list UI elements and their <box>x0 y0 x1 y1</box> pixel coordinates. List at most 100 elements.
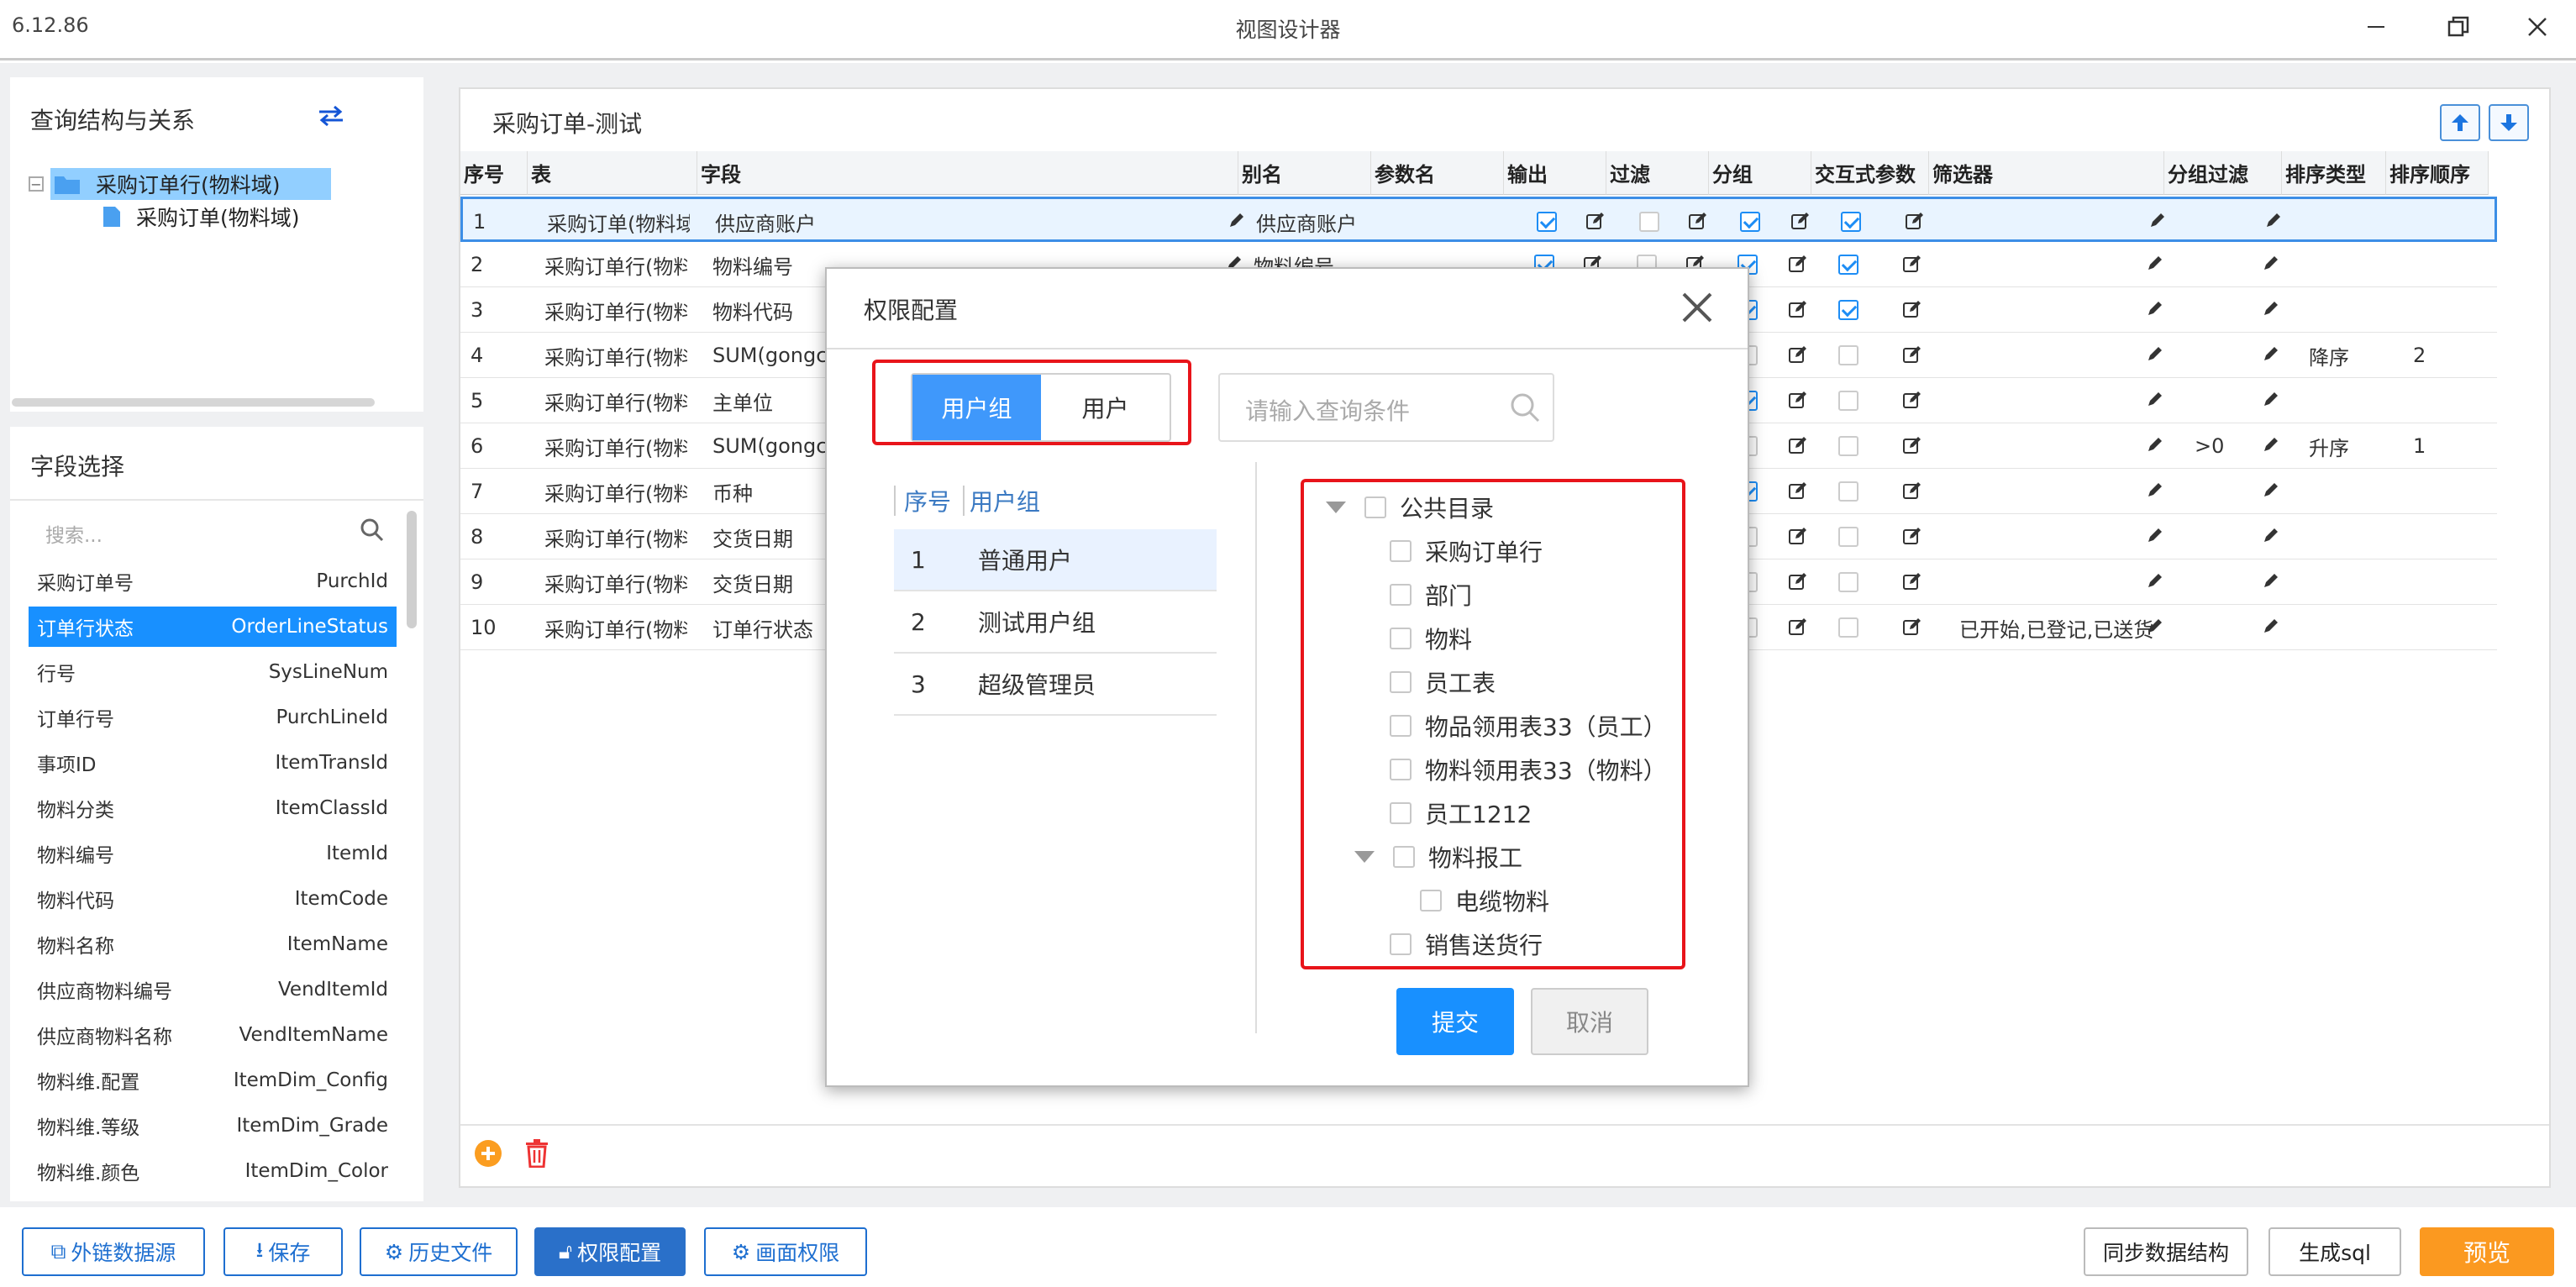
column-header[interactable]: 序号 <box>460 151 528 195</box>
group-list-item[interactable]: 1 普通用户 <box>894 529 1217 591</box>
screen-permission-button[interactable]: ⚙ 画面权限 <box>704 1227 867 1276</box>
group-list-item[interactable]: 3 超级管理员 <box>894 654 1217 716</box>
tree-checkbox[interactable] <box>1390 628 1412 649</box>
edit-icon[interactable] <box>1788 617 1808 642</box>
permission-config-button[interactable]: 🔓︎ 权限配置 <box>534 1227 686 1276</box>
tree-checkbox[interactable] <box>1390 540 1412 562</box>
filter-checkbox[interactable] <box>1639 212 1659 232</box>
column-header[interactable]: 交互式参数 <box>1811 151 1929 195</box>
expand-arrow-icon[interactable] <box>1354 851 1375 863</box>
tree-checkbox[interactable] <box>1390 759 1412 780</box>
column-header[interactable]: 表 <box>528 151 697 195</box>
horizontal-scrollbar[interactable] <box>12 398 375 407</box>
edit-icon[interactable] <box>1902 526 1922 551</box>
interactive-checkbox[interactable] <box>1838 255 1858 275</box>
close-window-icon[interactable] <box>2517 7 2558 47</box>
tree-node-purchase-order[interactable]: 采购订单(物料域) <box>103 201 300 233</box>
interactive-checkbox[interactable] <box>1838 527 1858 547</box>
add-row-icon[interactable] <box>474 1139 502 1168</box>
interactive-checkbox[interactable] <box>1838 617 1858 638</box>
edit-icon[interactable] <box>1788 435 1808 460</box>
filter-edit-icon[interactable] <box>2146 390 2164 413</box>
edit-icon[interactable] <box>1788 390 1808 415</box>
field-item[interactable]: 事项ID ItemTransId <box>29 743 397 783</box>
group-filter-edit-icon[interactable] <box>2262 481 2280 504</box>
column-header[interactable]: 参数名 <box>1371 151 1504 195</box>
sync-structure-button[interactable]: 同步数据结构 <box>2084 1227 2248 1276</box>
field-item[interactable]: 订单行号 PurchLineId <box>29 697 397 738</box>
group-filter-edit-icon[interactable] <box>2262 254 2280 277</box>
restore-icon[interactable] <box>2438 7 2479 47</box>
edit-icon[interactable] <box>1902 299 1922 324</box>
tree-checkbox[interactable] <box>1390 933 1412 955</box>
preview-button[interactable]: 预览 <box>2420 1227 2554 1276</box>
cancel-button[interactable]: 取消 <box>1531 988 1648 1055</box>
query-input[interactable]: 请输入查询条件 <box>1218 373 1554 442</box>
group-filter-edit-icon[interactable] <box>2262 526 2280 549</box>
tree-checkbox[interactable] <box>1390 802 1412 824</box>
edit-icon[interactable] <box>1902 390 1922 415</box>
field-item[interactable]: 订单行状态 OrderLineStatus <box>29 607 397 647</box>
filter-edit-icon[interactable] <box>2146 254 2164 277</box>
filter-edit-icon[interactable] <box>2146 617 2164 640</box>
generate-sql-button[interactable]: 生成sql <box>2268 1227 2401 1276</box>
tree-node[interactable]: 物料领用表33（物料） <box>1390 748 1667 791</box>
edit-pencil-icon[interactable] <box>1228 211 1246 234</box>
group-list-item[interactable]: 2 测试用户组 <box>894 591 1217 654</box>
group-filter-edit-icon[interactable] <box>2264 211 2283 234</box>
swap-icon[interactable] <box>318 104 344 128</box>
edit-icon[interactable] <box>1902 571 1922 596</box>
tree-checkbox[interactable] <box>1390 671 1412 693</box>
interactive-checkbox[interactable] <box>1838 345 1858 365</box>
interactive-checkbox[interactable] <box>1838 436 1858 456</box>
tab-user-group[interactable]: 用户组 <box>912 375 1041 440</box>
table-row[interactable]: 1 采购订单(物料域) 供应商账户 供应商账户 <box>460 197 2497 242</box>
tree-node[interactable]: 员工1212 <box>1390 791 1532 835</box>
vertical-scrollbar[interactable] <box>407 511 417 628</box>
interactive-checkbox[interactable] <box>1838 572 1858 592</box>
tab-user[interactable]: 用户 <box>1041 375 1170 440</box>
edit-icon[interactable] <box>1902 481 1922 506</box>
group-checkbox[interactable] <box>1740 212 1760 232</box>
search-icon[interactable] <box>360 517 385 543</box>
field-item[interactable]: 采购订单号 PurchId <box>29 561 397 601</box>
save-button[interactable]: ⭳ 保存 <box>223 1227 343 1276</box>
ext-source-button[interactable]: ⧉ 外链数据源 <box>22 1227 205 1276</box>
field-item[interactable]: 物料维.等级 ItemDim_Grade <box>29 1106 397 1146</box>
filter-edit-icon[interactable] <box>2146 299 2164 323</box>
tree-node-parent[interactable]: 物料报工 <box>1354 835 1522 879</box>
column-header[interactable]: 分组过滤 <box>2164 151 2282 195</box>
group-filter-edit-icon[interactable] <box>2262 390 2280 413</box>
column-header[interactable]: 输出 <box>1504 151 1606 195</box>
field-item[interactable]: 物料代码 ItemCode <box>29 879 397 919</box>
edit-icon[interactable] <box>1902 435 1922 460</box>
filter-edit-icon[interactable] <box>2146 526 2164 549</box>
filter-edit-icon[interactable] <box>2146 435 2164 459</box>
field-search-input[interactable]: 搜索... <box>45 519 103 548</box>
field-item[interactable]: 物料维.颜色 ItemDim_Color <box>29 1151 397 1191</box>
close-icon[interactable] <box>1680 291 1714 324</box>
field-item[interactable]: 物料名称 ItemName <box>29 924 397 964</box>
edit-icon[interactable] <box>1788 571 1808 596</box>
move-up-button[interactable] <box>2440 104 2480 141</box>
edit-icon[interactable] <box>1585 211 1606 236</box>
group-filter-edit-icon[interactable] <box>2262 344 2280 368</box>
column-header[interactable]: 排序类型 <box>2282 151 2386 195</box>
group-filter-edit-icon[interactable] <box>2262 299 2280 323</box>
column-header[interactable]: 字段 <box>697 151 1238 195</box>
delete-row-icon[interactable] <box>524 1139 549 1168</box>
submit-button[interactable]: 提交 <box>1396 988 1514 1055</box>
group-filter-edit-icon[interactable] <box>2262 435 2280 459</box>
field-item[interactable]: 物料编号 ItemId <box>29 833 397 874</box>
expand-arrow-icon[interactable] <box>1326 502 1346 513</box>
interactive-checkbox[interactable] <box>1838 391 1858 411</box>
edit-icon[interactable] <box>1902 617 1922 642</box>
edit-icon[interactable] <box>1788 481 1808 506</box>
tree-node[interactable]: 部门 <box>1390 573 1472 617</box>
field-item[interactable]: 物料维.配置 ItemDim_Config <box>29 1060 397 1101</box>
edit-icon[interactable] <box>1905 211 1925 236</box>
group-filter-edit-icon[interactable] <box>2262 617 2280 640</box>
tree-node[interactable]: 采购订单行 <box>1390 529 1543 573</box>
filter-edit-icon[interactable] <box>2148 211 2167 234</box>
tree-node[interactable]: 销售送货行 <box>1390 922 1543 966</box>
